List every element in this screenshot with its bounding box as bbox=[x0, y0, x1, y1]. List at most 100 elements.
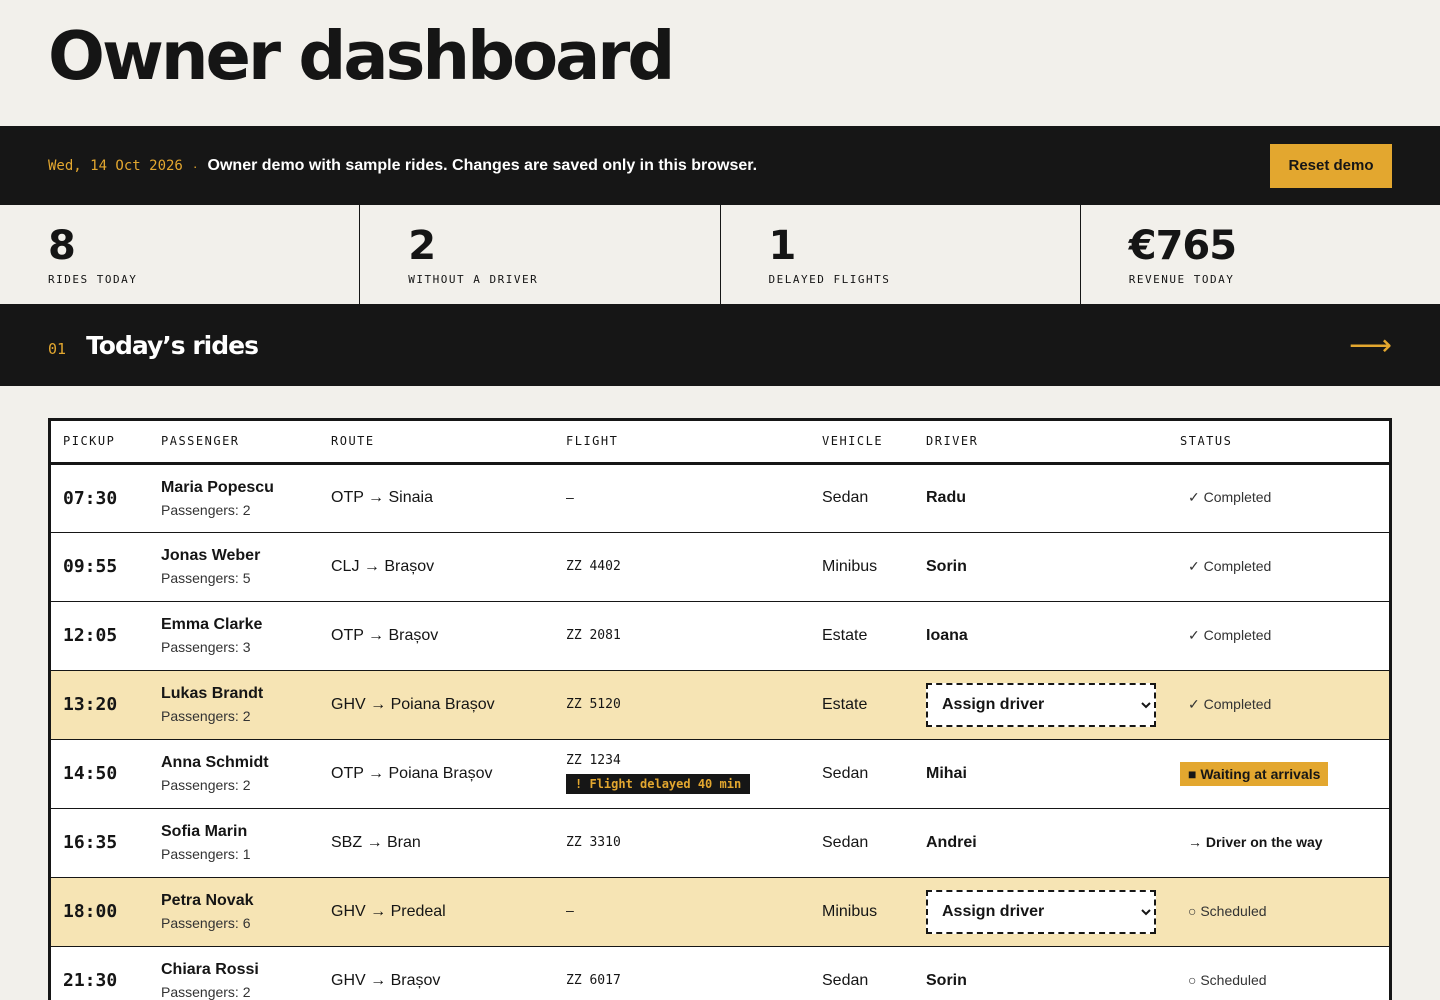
passenger-count: Passengers: 2 bbox=[161, 501, 251, 518]
vehicle-cell: Minibus bbox=[810, 877, 914, 947]
table-row[interactable]: 18:00 Petra Novak Passengers: 6 GHV → Prede… bbox=[51, 877, 1389, 947]
column-header-flight: FLIGHT bbox=[554, 421, 810, 465]
status-cell: ○ Scheduled bbox=[1168, 946, 1389, 1000]
vehicle-cell: Sedan bbox=[810, 946, 914, 1000]
status-cell: ■ Waiting at arrivals bbox=[1168, 739, 1389, 809]
driver-name: Radu bbox=[926, 489, 966, 506]
column-header-pickup: PICKUP bbox=[51, 421, 149, 465]
pickup-cell: 14:50 bbox=[51, 739, 149, 809]
vehicle-cell: Estate bbox=[810, 601, 914, 671]
vehicle-cell: Sedan bbox=[810, 808, 914, 878]
pickup-cell: 21:30 bbox=[51, 946, 149, 1000]
passenger-count: Passengers: 2 bbox=[161, 777, 251, 793]
stat-revenue-today: €765 REVENUE TODAY bbox=[1081, 205, 1440, 304]
table-row[interactable]: 12:05 Emma Clarke Passengers: 3 OTP → Brașo… bbox=[51, 601, 1389, 671]
route-text: GHV → Brașov bbox=[331, 971, 441, 989]
route-text: OTP → Brașov bbox=[331, 626, 439, 644]
table-row[interactable]: 09:55 Jonas Weber Passengers: 5 CLJ → Brașo… bbox=[51, 532, 1389, 602]
route-text: GHV → Poiana Brașov bbox=[331, 695, 495, 713]
vehicle-cell: Estate bbox=[810, 670, 914, 740]
passenger-name: Lukas Brandt bbox=[161, 685, 264, 702]
route-cell: GHV → Predeal bbox=[319, 877, 554, 947]
flight-cell: ZZ 6017 bbox=[554, 946, 810, 1000]
status-cell: ✓ Completed bbox=[1168, 463, 1389, 533]
route-cell: GHV → Brașov bbox=[319, 946, 554, 1000]
assign-driver-select[interactable]: Assign driver bbox=[926, 889, 1156, 934]
flight-number: ZZ 2081 bbox=[566, 628, 621, 643]
route-cell: OTP → Brașov bbox=[319, 601, 554, 671]
driver-name: Andrei bbox=[926, 833, 977, 851]
vehicle-type: Estate bbox=[822, 695, 868, 713]
table-row[interactable]: 07:30 Maria Popescu Passengers: 2 OTP → Sin… bbox=[51, 463, 1389, 533]
passenger-cell: Petra Novak Passengers: 6 bbox=[149, 877, 319, 947]
flight-cell: ZZ 2081 bbox=[554, 601, 810, 671]
status-text: ✓ Completed bbox=[1188, 626, 1272, 643]
status-text: ✓ Completed bbox=[1188, 557, 1272, 574]
flight-cell: ZZ 3310 bbox=[554, 808, 810, 878]
passenger-count: Passengers: 2 bbox=[161, 984, 251, 1000]
driver-cell: Sorin bbox=[914, 946, 1168, 1000]
route-text: OTP → Sinaia bbox=[331, 489, 433, 506]
column-header-vehicle: VEHICLE bbox=[810, 421, 914, 465]
driver-cell: Radu bbox=[914, 463, 1168, 533]
column-header-passenger: PASSENGER bbox=[149, 421, 319, 465]
vehicle-cell: Sedan bbox=[810, 739, 914, 809]
stat-label: WITHOUT A DRIVER bbox=[408, 273, 539, 286]
passenger-cell: Lukas Brandt Passengers: 2 bbox=[149, 670, 319, 740]
status-text: ○ Scheduled bbox=[1188, 971, 1267, 988]
pickup-time: 16:35 bbox=[63, 832, 118, 853]
vehicle-cell: Minibus bbox=[810, 532, 914, 602]
stat-value: 1 bbox=[768, 223, 797, 269]
table-row[interactable]: 16:35 Sofia Marin Passengers: 1 SBZ → Bran Z… bbox=[51, 808, 1389, 878]
vehicle-type: Sedan bbox=[822, 833, 869, 851]
route-cell: OTP → Poiana Brașov bbox=[319, 739, 554, 809]
driver-name: Mihai bbox=[926, 764, 967, 782]
driver-cell: Ioana bbox=[914, 601, 1168, 671]
reset-demo-button[interactable]: Reset demo bbox=[1270, 143, 1392, 188]
table-row[interactable]: 21:30 Chiara Rossi Passengers: 2 GHV → Braș… bbox=[51, 946, 1389, 1000]
pickup-time: 12:05 bbox=[63, 625, 118, 646]
demo-notice-bar: Wed, 14 Oct 2026 · Owner demo with sampl… bbox=[0, 126, 1440, 205]
flight-number: ZZ 4402 bbox=[566, 559, 621, 574]
pickup-time: 14:50 bbox=[63, 763, 118, 784]
pickup-cell: 12:05 bbox=[51, 601, 149, 671]
rides-table-body: 07:30 Maria Popescu Passengers: 2 OTP → Sin… bbox=[51, 463, 1389, 1000]
driver-cell: Assign driver bbox=[914, 877, 1168, 947]
notice-date: Wed, 14 Oct 2026 bbox=[48, 157, 183, 174]
vehicle-type: Minibus bbox=[822, 557, 878, 575]
table-row[interactable]: 13:20 Lukas Brandt Passengers: 2 GHV → Poia… bbox=[51, 670, 1389, 740]
vehicle-cell: Sedan bbox=[810, 463, 914, 533]
page-title: Owner dashboard bbox=[48, 17, 675, 95]
flight-number: ZZ 5120 bbox=[566, 697, 621, 712]
passenger-count: Passengers: 3 bbox=[161, 639, 251, 655]
status-text: ✓ Completed bbox=[1188, 489, 1272, 505]
route-text: SBZ → Bran bbox=[331, 833, 421, 851]
arrow-right-icon[interactable]: ⟶ bbox=[1349, 328, 1392, 363]
assign-driver-select[interactable]: Assign driver bbox=[926, 682, 1156, 727]
table-row[interactable]: 14:50 Anna Schmidt Passengers: 2 OTP → Poia… bbox=[51, 739, 1389, 809]
stat-rides-today: 8 RIDES TODAY bbox=[0, 205, 361, 304]
section-header-todays-rides: 01 Today’s rides ⟶ bbox=[0, 305, 1440, 386]
column-header-driver: DRIVER bbox=[914, 421, 1168, 465]
route-cell: GHV → Poiana Brașov bbox=[319, 670, 554, 740]
pickup-time: 07:30 bbox=[63, 487, 118, 509]
pickup-cell: 18:00 bbox=[51, 877, 149, 947]
stat-label: REVENUE TODAY bbox=[1128, 273, 1235, 286]
passenger-name: Emma Clarke bbox=[161, 616, 263, 633]
passenger-cell: Jonas Weber Passengers: 5 bbox=[149, 532, 319, 602]
passenger-cell: Sofia Marin Passengers: 1 bbox=[149, 808, 319, 878]
notice-text: Owner demo with sample rides. Changes ar… bbox=[207, 156, 758, 174]
page-header: Owner dashboard bbox=[0, 0, 1440, 126]
driver-cell: Sorin bbox=[914, 532, 1168, 602]
flight-number: – bbox=[566, 490, 574, 506]
stat-label: DELAYED FLIGHTS bbox=[768, 273, 891, 286]
flight-number: – bbox=[566, 904, 574, 919]
flight-cell: ZZ 4402 bbox=[554, 532, 810, 602]
flight-number: ZZ 3310 bbox=[566, 835, 621, 850]
flight-cell: ZZ 5120 bbox=[554, 670, 810, 740]
stat-delayed-flights: 1 DELAYED FLIGHTS bbox=[721, 205, 1081, 304]
status-cell: ○ Scheduled bbox=[1168, 877, 1389, 947]
driver-name: Sorin bbox=[926, 557, 967, 575]
driver-cell: Mihai bbox=[914, 739, 1168, 809]
route-cell: OTP → Sinaia bbox=[319, 463, 554, 533]
